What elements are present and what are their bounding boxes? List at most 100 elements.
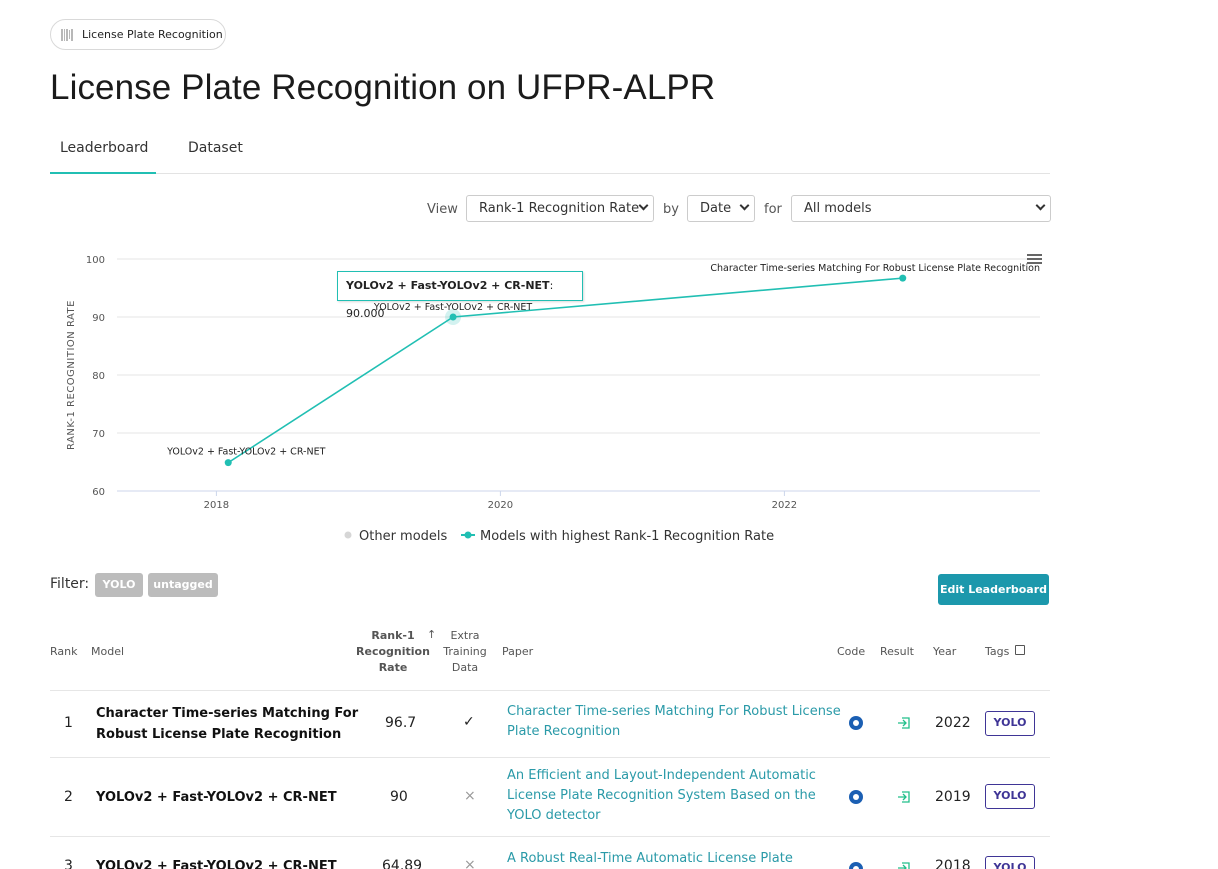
data-point (224, 459, 232, 467)
chevron-down-icon (1035, 200, 1046, 211)
header-paper: Paper (502, 645, 534, 658)
row2-metric: 90 (390, 789, 408, 805)
row3-rank: 3 (64, 858, 73, 869)
legend-other-label: Other models (359, 529, 448, 544)
data-label: YOLOv2 + Fast-YOLOv2 + CR-NET (373, 302, 532, 313)
legend-other-marker (344, 531, 352, 539)
row2-tag[interactable]: YOLO (985, 784, 1035, 809)
header-result: Result (880, 645, 914, 658)
chart-tooltip: YOLOv2 + Fast-YOLOv2 + CR-NET: 90.000 (337, 271, 583, 320)
row1-tag[interactable]: YOLO (985, 711, 1035, 736)
header-extra-training-data: Extra Training Data (438, 628, 492, 676)
row2-paper-line2: License Plate Recognition System Based o… (507, 788, 816, 803)
row2-paper-link[interactable]: An Efficient and Layout-Independent Auto… (507, 766, 816, 826)
github-icon[interactable] (849, 862, 863, 869)
row3-tag[interactable]: YOLO (985, 856, 1035, 869)
chevron-down-icon (739, 200, 750, 211)
tab-leaderboard[interactable]: Leaderboard (60, 140, 148, 156)
tab-bar: Leaderboard Dataset (50, 128, 1050, 174)
row-divider (50, 836, 1050, 837)
edit-tags-icon[interactable] (1015, 645, 1025, 655)
tab-dataset[interactable]: Dataset (188, 140, 243, 156)
row1-paper-line2: Plate Recognition (507, 724, 621, 739)
view-label: View (427, 202, 458, 217)
data-point (449, 313, 457, 321)
x-tick-label: 2018 (204, 500, 229, 511)
result-icon[interactable] (897, 716, 911, 730)
filter-label: Filter: (50, 576, 90, 592)
y-tick-label: 90 (92, 313, 105, 324)
y-tick-label: 70 (92, 429, 105, 440)
header-rank: Rank (50, 645, 78, 658)
sort-by-select[interactable]: Date (687, 195, 755, 222)
row3-extra-data: × (464, 857, 476, 869)
row1-model-line1: Character Time-series Matching For (96, 706, 359, 721)
header-code: Code (837, 645, 866, 658)
y-tick-label: 80 (92, 371, 105, 382)
row3-paper-line1: A Robust Real-Time Automatic License Pla… (507, 851, 793, 866)
legend-best-label: Models with highest Rank-1 Recognition R… (480, 529, 774, 544)
header-extra-line2: Training (443, 645, 487, 658)
sort-by-select-value: Date (700, 201, 732, 216)
row1-model-line2: Robust License Plate Recognition (96, 727, 342, 742)
row1-rank: 1 (64, 715, 73, 731)
x-tick-label: 2020 (488, 500, 513, 511)
row2-year: 2019 (935, 789, 971, 805)
row2-extra-data: × (464, 788, 476, 804)
task-chip[interactable]: License Plate Recognition (50, 19, 226, 50)
header-metric-line2: Recognition (356, 645, 430, 658)
y-tick-label: 100 (86, 255, 105, 266)
row3-model-line1: YOLOv2 + Fast-YOLOv2 + CR-NET (96, 859, 337, 869)
row3-paper-link[interactable]: A Robust Real-Time Automatic License Pla… (507, 849, 793, 869)
header-metric[interactable]: Rank-1 Recognition Rate (355, 628, 431, 676)
edit-leaderboard-button[interactable]: Edit Leaderboard (938, 574, 1049, 605)
row1-year: 2022 (935, 715, 971, 731)
metric-select-value: Rank-1 Recognition Rate (479, 201, 640, 216)
by-label: by (663, 202, 679, 217)
row1-model[interactable]: Character Time-series Matching For Robus… (96, 703, 358, 745)
header-year: Year (933, 645, 957, 658)
row1-paper-link[interactable]: Character Time-series Matching For Robus… (507, 702, 841, 742)
header-metric-line1: Rank-1 (371, 629, 415, 642)
row2-model[interactable]: YOLOv2 + Fast-YOLOv2 + CR-NET (96, 787, 337, 808)
row3-model[interactable]: YOLOv2 + Fast-YOLOv2 + CR-NET (96, 856, 337, 869)
row3-metric: 64.89 (382, 858, 423, 869)
filter-tag-yolo[interactable]: YOLO (95, 573, 143, 597)
row-divider (50, 757, 1050, 758)
github-icon[interactable] (849, 716, 863, 730)
row1-paper-line1: Character Time-series Matching For Robus… (507, 704, 841, 719)
header-extra-line3: Data (451, 661, 479, 674)
github-icon[interactable] (849, 790, 863, 804)
filter-tag-untagged[interactable]: untagged (148, 573, 218, 597)
legend-best-marker (464, 531, 472, 539)
header-extra-line1: Extra (450, 629, 480, 642)
data-point (899, 274, 907, 282)
series-line (227, 277, 903, 464)
header-metric-line3: Rate (378, 661, 408, 674)
sort-arrow-up-icon: ↑ (427, 628, 437, 641)
task-chip-label: License Plate Recognition (82, 28, 223, 41)
chart-menu-icon[interactable] (1027, 254, 1042, 266)
row-divider (50, 690, 1050, 691)
header-tags: Tags (985, 645, 1010, 658)
tooltip-value: 90.000 (346, 307, 385, 320)
metric-select[interactable]: Rank-1 Recognition Rate (466, 195, 654, 222)
tooltip-model: YOLOv2 + Fast-YOLOv2 + CR-NET (346, 279, 550, 292)
y-tick-label: 60 (92, 487, 105, 498)
models-select[interactable]: All models (791, 195, 1051, 222)
row2-rank: 2 (64, 789, 73, 805)
row1-metric: 96.7 (385, 715, 417, 731)
x-tick-label: 2022 (772, 500, 797, 511)
models-select-value: All models (804, 201, 872, 216)
y-axis-label: RANK-1 RECOGNITION RATE (66, 300, 77, 450)
result-icon[interactable] (897, 790, 911, 804)
active-tab-indicator (50, 172, 156, 174)
data-label: YOLOv2 + Fast-YOLOv2 + CR-NET (166, 447, 325, 458)
row1-extra-data: ✓ (463, 714, 475, 730)
barcode-icon (61, 28, 73, 41)
data-label: Character Time-series Matching For Robus… (710, 263, 1040, 274)
result-icon[interactable] (897, 861, 911, 869)
row3-year: 2018 (935, 858, 971, 869)
chevron-down-icon (638, 200, 649, 211)
row2-paper-line3: YOLO detector (507, 808, 601, 823)
